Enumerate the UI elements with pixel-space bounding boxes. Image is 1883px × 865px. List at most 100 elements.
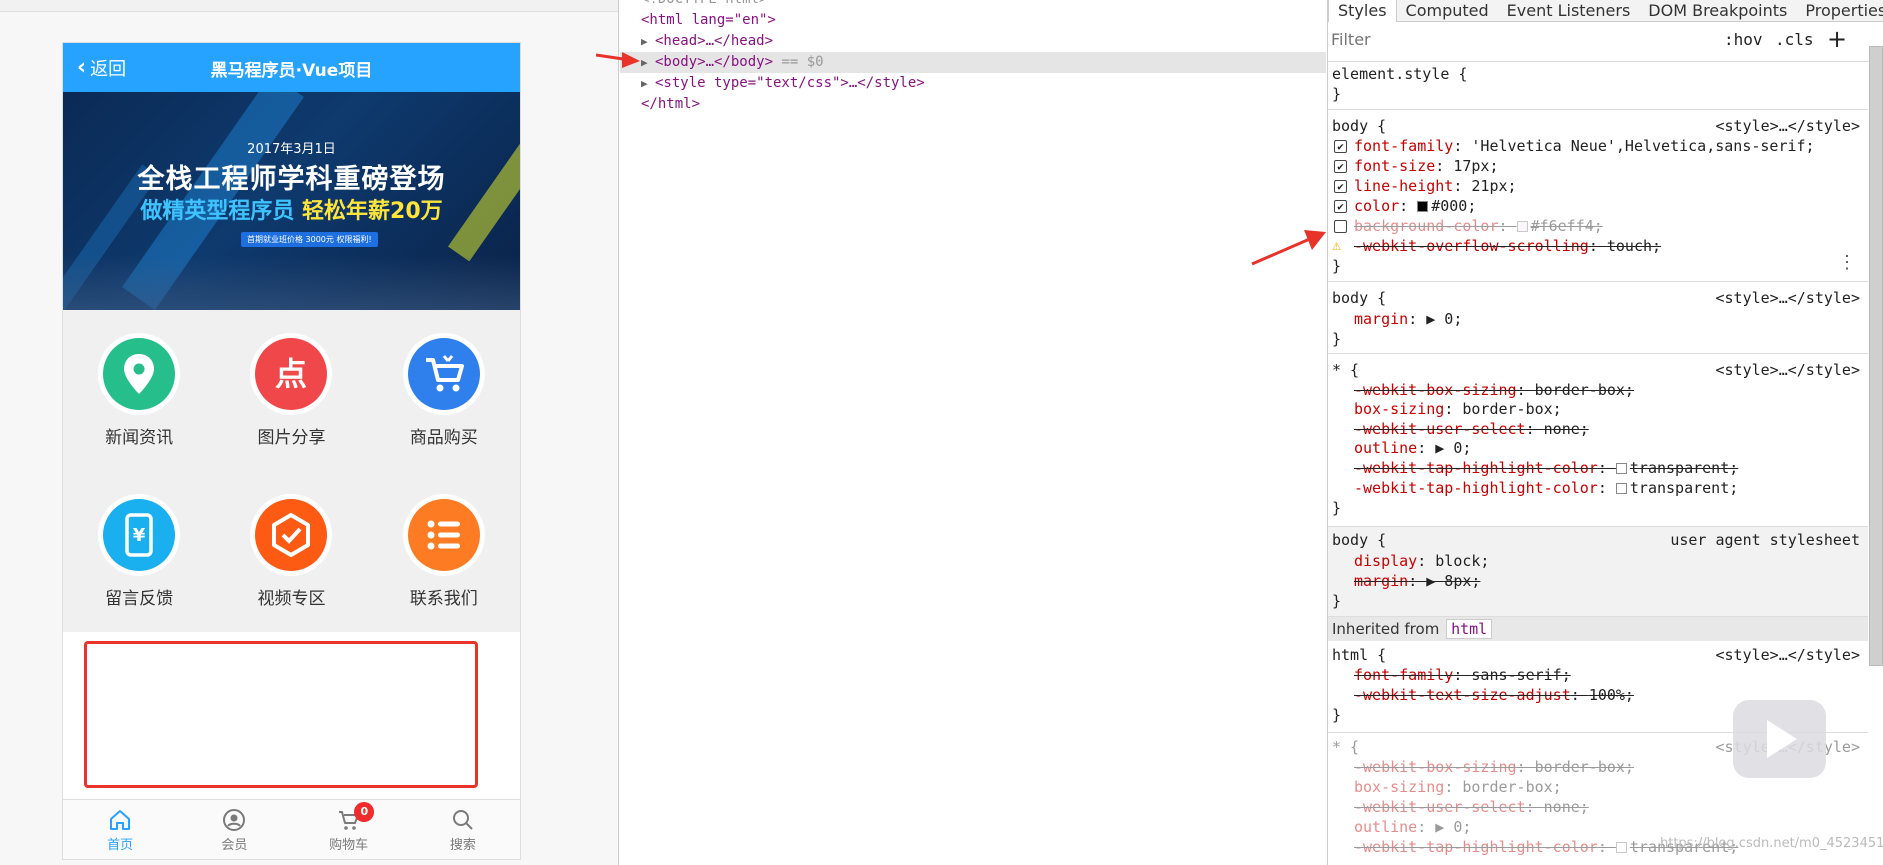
tab-dom-breakpoints[interactable]: DOM Breakpoints [1639,0,1796,22]
watermark: https://blog.csdn.net/m0_45234510 [1660,836,1883,851]
tab-label: 搜索 [449,838,476,853]
styles-tabbar: Styles Computed Event Listeners DOM Brea… [1328,0,1883,22]
grid-label: 留言反馈 [105,589,174,609]
styles-scrollbar[interactable] [1869,46,1883,666]
nav-grid: 新闻资讯 点 图片分享 商品购买 ¥ 留言反馈 视频专区 联系我们 [63,310,520,632]
source-link[interactable]: <style>…</style> [1716,288,1861,308]
banner-headline: 全栈工程师学科重磅登场 [137,164,446,195]
css-property[interactable]: margin: ▶ 0; [1354,309,1462,329]
inherited-from-header: Inherited from html [1328,617,1868,641]
grid-item-video[interactable]: 视频专区 [215,471,367,632]
grid-item-contact[interactable]: 联系我们 [368,471,520,632]
source-link[interactable]: <style>…</style> [1716,116,1861,136]
css-property[interactable]: line-height: 21px; [1354,176,1517,196]
head-node[interactable]: ▶ <head>…</head> [641,31,773,52]
tab-styles[interactable]: Styles [1328,0,1397,22]
play-button[interactable] [1733,700,1826,778]
phone-viewport: ‹ 返回 黑马程序员·Vue项目 2017年3月1日 全栈工程师学科重磅登场 做… [62,42,521,860]
checkbox-unchecked-icon[interactable] [1334,220,1347,233]
css-property-overridden[interactable]: -webkit-box-sizing: border-box; [1354,380,1634,400]
filter-bar: :hov .cls + [1328,22,1883,62]
home-icon [110,810,131,830]
banner-sub-blue: 做精英型程序员 [140,199,295,224]
style-node[interactable]: ▶ <style type="text/css">…</style> [641,73,925,94]
tab-cart[interactable]: 0 购物车 [292,800,406,859]
list-icon [402,494,485,576]
checkbox-checked-icon[interactable]: ✔ [1334,180,1347,193]
rule-body-user-agent: body { user agent stylesheet display: bl… [1328,527,1868,617]
html-node[interactable]: <html lang="en"> [641,10,776,31]
tab-label: 会员 [221,838,248,853]
tab-label: 购物车 [329,838,369,853]
css-property[interactable]: font-family: 'Helvetica Neue',Helvetica,… [1354,136,1815,156]
css-property-disabled[interactable]: background-color: #f6eff4; [1354,216,1603,236]
css-property[interactable]: box-sizing: border-box; [1354,399,1562,419]
css-property-overridden[interactable]: -webkit-box-sizing: border-box; [1354,757,1634,777]
color-swatch[interactable] [1615,483,1627,494]
elements-panel: <!DOCTYPE html> <html lang="en"> ▶<head>… [596,0,1326,865]
css-property[interactable]: outline: ▶ 0; [1354,817,1471,837]
play-icon [1767,720,1797,758]
source-link[interactable]: <style>…</style> [1716,645,1861,665]
check-badge-icon [250,494,333,576]
preview-toolbar [0,0,618,12]
css-property[interactable]: display: block; [1354,551,1489,571]
css-property-invalid[interactable]: -webkit-overflow-scrolling: touch; [1354,236,1661,256]
cart-icon [402,333,485,415]
app-header: ‹ 返回 黑马程序员·Vue项目 [63,43,520,92]
grid-item-news[interactable]: 新闻资讯 [63,310,215,471]
yen-icon: ¥ [98,494,181,576]
color-swatch[interactable] [1516,221,1528,232]
red-arrow-annotation-2 [1251,230,1326,266]
cart-badge: 0 [354,802,375,822]
css-property[interactable]: font-size: 17px; [1354,156,1499,176]
grid-item-shop[interactable]: 商品购买 [368,310,520,471]
checkbox-checked-icon[interactable]: ✔ [1334,200,1347,213]
banner-image[interactable]: 2017年3月1日 全栈工程师学科重磅登场 做精英型程序员 轻松年薪20万 首期… [63,92,520,310]
tab-label: 首页 [107,838,134,853]
css-property[interactable]: color: #000; [1354,196,1476,216]
grid-item-feedback[interactable]: ¥ 留言反馈 [63,471,215,632]
css-property-overridden[interactable]: margin: ▶ 8px; [1354,571,1480,591]
tab-event-listeners[interactable]: Event Listeners [1498,0,1640,22]
hov-toggle[interactable]: :hov [1724,30,1763,49]
checkbox-checked-icon[interactable]: ✔ [1334,140,1347,153]
color-swatch[interactable] [1615,842,1627,853]
css-property-overridden[interactable]: -webkit-user-select: none; [1354,797,1589,817]
css-property-overridden[interactable]: -webkit-text-size-adjust: 100%; [1354,685,1634,705]
source-link[interactable]: <style>…</style> [1716,360,1861,380]
banner-subheadline: 做精英型程序员 轻松年薪20万 [63,193,520,225]
css-property[interactable]: -webkit-tap-highlight-color: transparent… [1354,478,1738,498]
tab-properties[interactable]: Properties [1796,0,1883,22]
inherited-html-link[interactable]: html [1446,619,1493,639]
checkbox-checked-icon[interactable]: ✔ [1334,160,1347,173]
grid-label: 商品购买 [409,428,478,448]
expand-triangle-icon[interactable]: ▶ [641,73,655,94]
color-swatch[interactable] [1615,463,1627,474]
expand-triangle-icon[interactable]: ▶ [641,31,655,52]
tab-bar: 首页 会员 0 购物车 搜索 [63,799,520,859]
rule-body-2: body { <style>…</style> margin: ▶ 0; } [1328,282,1868,354]
tab-search[interactable]: 搜索 [406,800,520,859]
cls-toggle[interactable]: .cls [1775,30,1814,49]
tab-member[interactable]: 会员 [177,800,291,859]
filter-input[interactable] [1328,30,1668,49]
body-node[interactable]: ▶ <body>…</body> == $0 [620,52,1326,73]
css-property[interactable]: box-sizing: border-box; [1354,777,1562,797]
ua-stylesheet-label: user agent stylesheet [1670,531,1860,549]
rule-body-1: body { <style>…</style> ✔ font-family: '… [1328,110,1868,282]
css-property-overridden[interactable]: -webkit-tap-highlight-color: transparent… [1354,458,1738,478]
warning-icon: ⚠ [1332,236,1342,254]
new-rule-button[interactable]: + [1827,25,1847,53]
grid-item-photos[interactable]: 点 图片分享 [215,310,367,471]
css-property-overridden[interactable]: -webkit-user-select: none; [1354,419,1589,439]
more-options-icon[interactable]: ⋮ [1838,252,1856,273]
css-property-overridden[interactable]: font-family: sans-serif; [1354,665,1571,685]
grid-label: 图片分享 [257,428,326,448]
doctype-node[interactable]: <!DOCTYPE html> [641,0,767,10]
color-swatch[interactable] [1417,201,1429,212]
tab-home[interactable]: 首页 [63,800,177,859]
tab-computed[interactable]: Computed [1397,0,1498,22]
css-property[interactable]: outline: ▶ 0; [1354,438,1471,458]
user-icon [223,809,246,831]
